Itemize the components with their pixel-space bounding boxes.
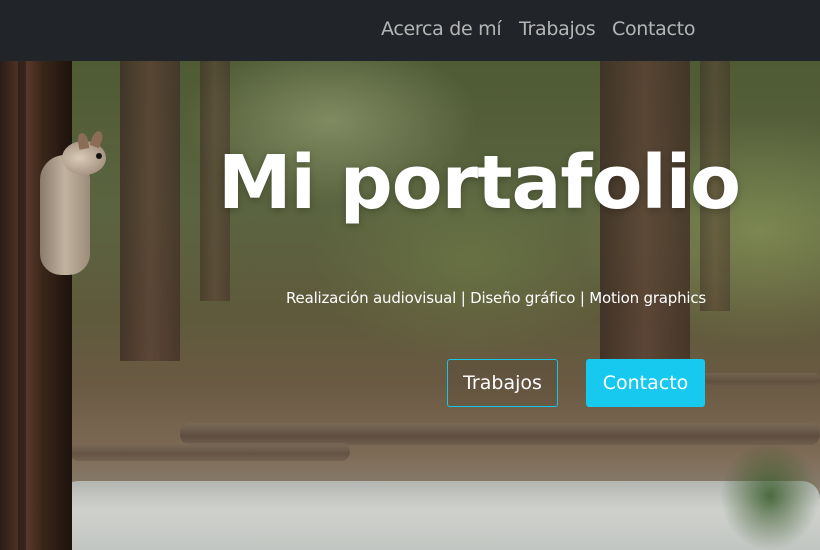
works-button[interactable]: Trabajos <box>447 359 558 407</box>
hero-title: Mi portafolio <box>218 140 741 226</box>
snow-ground <box>60 481 820 550</box>
background-tree <box>120 61 180 361</box>
fallen-log <box>700 373 820 387</box>
contact-button[interactable]: Contacto <box>586 359 705 407</box>
top-navbar: Acerca de mí Trabajos Contacto <box>0 0 820 61</box>
hero-subtitle: Realización audiovisual | Diseño gráfico… <box>286 289 707 307</box>
nav-link-works[interactable]: Trabajos <box>519 18 596 40</box>
fallen-log <box>70 443 350 461</box>
squirrel-image <box>34 129 114 295</box>
grass-patch <box>720 441 820 550</box>
nav-link-about[interactable]: Acerca de mí <box>381 18 502 40</box>
background-tree <box>600 61 690 391</box>
nav-link-contact[interactable]: Contacto <box>612 18 695 40</box>
